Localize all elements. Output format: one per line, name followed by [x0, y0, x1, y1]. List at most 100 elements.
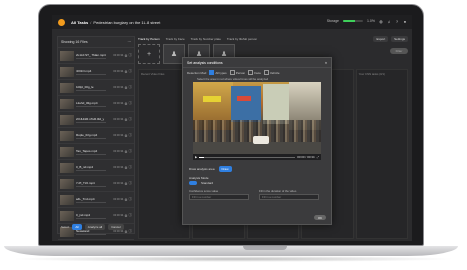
laptop-frame: All Tasks / Pedestrian burglary on the 1…: [4, 4, 458, 256]
info-icon[interactable]: ⓘ: [129, 149, 133, 154]
tab-plate[interactable]: Track by Number plate: [191, 37, 221, 41]
file-duration: 00:00:34: [113, 118, 124, 121]
filter-button[interactable]: Filter: [390, 48, 408, 54]
add-person-button[interactable]: +: [138, 44, 160, 64]
info-icon[interactable]: ⓘ: [129, 213, 133, 218]
list-item[interactable]: Ruple_0rlg.mp4 00:00:34 ⚙ ⓘ: [58, 128, 134, 144]
play-icon[interactable]: ▶: [195, 155, 197, 159]
export-button[interactable]: Export: [373, 36, 389, 42]
list-item[interactable]: 2L1L0.ST_ 7fdan.mp4 00:00:34 ⚙ ⓘ: [58, 48, 134, 64]
filter-vehicle[interactable]: Vehicle: [263, 70, 280, 75]
filter-person[interactable]: Person: [229, 70, 245, 75]
filter-face[interactable]: Face: [248, 70, 261, 75]
list-item[interactable]: a4L_Tnd.mp4 00:00:34 ⚙ ⓘ: [58, 192, 134, 208]
modal-subtitle: Select the area in red where video/zones…: [197, 77, 269, 81]
info-icon[interactable]: ⓘ: [129, 69, 133, 74]
track-tabs: Track by Person Track by Face Track by N…: [138, 36, 408, 42]
filter-label: Detection Mod: [187, 70, 207, 75]
settings-button[interactable]: Settings: [391, 36, 408, 42]
storage-label: Storage: [326, 19, 340, 23]
analyze-all-button[interactable]: Analyze all: [84, 224, 106, 230]
list-item[interactable]: 2OJHt1R.nTeR.0ld_y 00:00:34 ⚙ ⓘ: [58, 112, 134, 128]
info-icon[interactable]: ⓘ: [129, 53, 133, 58]
list-item[interactable]: 0_B_nd.mp4 00:00:34 ⚙ ⓘ: [58, 160, 134, 176]
checkbox-icon[interactable]: [263, 70, 269, 75]
video-progress[interactable]: [199, 156, 296, 158]
settings-icon[interactable]: ⚙: [124, 102, 127, 106]
settings-icon[interactable]: ⚙: [124, 166, 127, 170]
filter-all[interactable]: All types: [209, 70, 227, 75]
video-thumbnail: [60, 82, 74, 93]
video-controls: ▶ 00:00 / 00:34 ⤢: [193, 154, 321, 160]
top-actions: Export Settings: [373, 36, 408, 42]
laptop-notch: [243, 246, 287, 250]
task-title: Pedestrian burglary on the 1L.8 street: [93, 19, 161, 25]
list-item[interactable]: 4Ol1O.mp4 00:00:34 ⚙ ⓘ: [58, 64, 134, 80]
modal-title: Set analysis conditions: [187, 60, 223, 65]
cancel-button[interactable]: Cancel: [108, 224, 124, 230]
detection-filters: Detection Mod All types Person Face Vehi…: [183, 68, 331, 77]
ok-button[interactable]: OK: [314, 215, 326, 220]
info-icon[interactable]: ⓘ: [129, 101, 133, 106]
storage-value: 1.0%: [367, 19, 375, 23]
settings-icon[interactable]: ⚙: [124, 86, 127, 90]
file-name: 0_B_nd.mp4: [76, 164, 94, 169]
info-icon[interactable]: ⓘ: [129, 85, 133, 90]
list-item[interactable]: Tan_Tapos.mp4 00:00:34 ⚙ ⓘ: [58, 144, 134, 160]
settings-icon[interactable]: ⚙: [124, 198, 127, 202]
help-icon[interactable]: ?: [395, 19, 399, 24]
file-duration: 00:00:34: [113, 70, 124, 73]
file-name: 1i0lpl_0tlg_le: [76, 84, 94, 89]
laptop-base: [4, 246, 458, 256]
settings-icon[interactable]: ⚙: [124, 182, 127, 186]
list-item[interactable]: L2ehd_0tlg.mp4 00:00:34 ⚙ ⓘ: [58, 96, 134, 112]
file-name: 2OJHt1R.nTeR.0ld_y: [76, 116, 105, 121]
close-icon[interactable]: ×: [325, 61, 327, 65]
tab-face[interactable]: Track by Face: [166, 37, 185, 41]
file-name: 2L1L0.ST_ 7fdan.mp4: [76, 52, 106, 57]
settings-icon[interactable]: ⚙: [124, 54, 127, 58]
tab-person[interactable]: Track by Person: [138, 37, 160, 41]
settings-icon[interactable]: ⚙: [124, 134, 127, 138]
file-duration: 00:00:34: [113, 166, 124, 169]
settings-icon[interactable]: ⚙: [124, 70, 127, 74]
info-icon[interactable]: ⓘ: [129, 197, 133, 202]
list-item[interactable]: 7-Pl_Tz0.mp4 00:00:34 ⚙ ⓘ: [58, 176, 134, 192]
globe-icon[interactable]: ◍: [379, 19, 383, 24]
duration-input[interactable]: Fill in a number: [259, 194, 319, 200]
video-thumbnail: [60, 98, 74, 109]
info-icon[interactable]: ⓘ: [129, 165, 133, 170]
file-bar: [76, 121, 106, 123]
confidence-input[interactable]: Fill in a number: [189, 194, 249, 200]
list-item[interactable]: 1i0lpl_0tlg_le 00:00:34 ⚙ ⓘ: [58, 80, 134, 96]
checkbox-icon[interactable]: [248, 70, 254, 75]
app-logo[interactable]: [58, 18, 65, 26]
analysis-mode-toggle[interactable]: [189, 181, 197, 185]
draw-area-row: Draw analysis area Draw: [189, 166, 232, 172]
video-preview[interactable]: [193, 82, 321, 154]
file-name: L2ehd_0tlg.mp4: [76, 100, 98, 105]
checkbox-icon[interactable]: [229, 70, 235, 75]
analysis-mode-value: Standard: [201, 181, 214, 185]
select-all-button[interactable]: All: [72, 224, 82, 230]
file-duration: 00:00:34: [113, 102, 124, 105]
sidebar-tools-icon[interactable]: ⋯: [128, 40, 132, 44]
tab-lifeski[interactable]: Track by lifeSki person: [227, 37, 257, 41]
info-icon[interactable]: ⓘ: [129, 117, 133, 122]
info-icon[interactable]: ⓘ: [129, 181, 133, 186]
breadcrumb-root[interactable]: All Tasks: [71, 20, 88, 25]
user-icon[interactable]: ●: [403, 19, 407, 24]
settings-icon[interactable]: ⚙: [124, 118, 127, 122]
settings-icon[interactable]: ⚙: [124, 214, 127, 218]
file-duration: 00:00:34: [113, 214, 124, 217]
bell-icon[interactable]: ♫: [387, 19, 391, 24]
file-name: 7-Pl_Tz0.mp4: [76, 180, 95, 185]
checkbox-icon[interactable]: [209, 70, 215, 75]
select-label[interactable]: Select: [61, 225, 69, 229]
draw-button[interactable]: Draw: [218, 166, 232, 172]
file-name: Tan_Tapos.mp4: [76, 148, 98, 153]
fullscreen-icon[interactable]: ⤢: [317, 155, 319, 159]
info-icon[interactable]: ⓘ: [129, 133, 133, 138]
settings-icon[interactable]: ⚙: [124, 150, 127, 154]
duration-label-row: Fill in the duration of the video: [259, 189, 296, 193]
